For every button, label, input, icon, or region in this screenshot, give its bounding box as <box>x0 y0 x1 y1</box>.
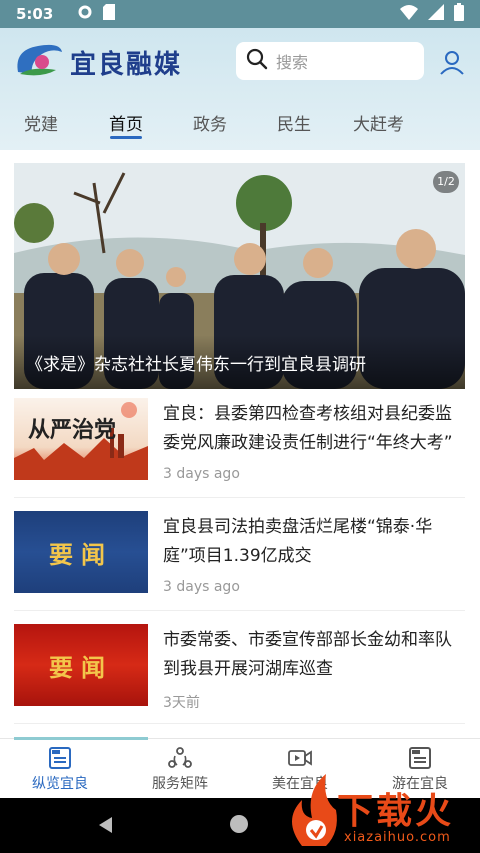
battery-icon <box>454 3 464 25</box>
category-tabs: 党建 首页 政务 民生 大赶考 <box>0 110 480 150</box>
news-thumb-text: 从严治党 <box>28 417 117 443</box>
gear-icon <box>77 4 93 24</box>
hero-page-counter: 1/2 <box>433 171 459 193</box>
news-thumbnail: 从严治党 <box>14 398 148 480</box>
news-title: 宜良：县委第四检查考核组对县纪委监委党风廉政建设责任制进行“年终大考” <box>163 404 453 453</box>
status-left: 5:03 <box>16 4 116 24</box>
news-time: 3 days ago <box>163 579 240 595</box>
watermark-text: 下载火 <box>337 791 455 832</box>
logo-emblem-icon <box>12 40 64 84</box>
news-title: 市委常委、市委宣传部部长金幼和率队到我县开展河湖库巡查 <box>163 630 452 679</box>
hero-caption: 《求是》杂志社社长夏伟东一行到宜良县调研 <box>26 355 366 375</box>
news-thumb-text: 要闻 <box>49 539 113 569</box>
news-thumbnail: 要闻 <box>14 511 148 593</box>
app-logo: 宜良融媒 <box>12 42 182 82</box>
tab-party[interactable]: 党建 <box>24 110 58 135</box>
news-time: 3 days ago <box>163 466 240 482</box>
tab-livelihood[interactable]: 民生 <box>277 110 311 135</box>
bottom-nav-services[interactable]: 服务矩阵 <box>120 739 240 798</box>
news-icon <box>409 747 431 769</box>
logo-title: 宜良融媒 <box>70 49 183 80</box>
hero-banner[interactable]: 《求是》杂志社社长夏伟东一行到宜良县调研 1/2 <box>14 163 465 389</box>
status-time: 5:03 <box>16 5 54 23</box>
news-title: 宜良县司法拍卖盘活烂尾楼“锦泰·华庭”项目1.39亿成交 <box>163 517 433 566</box>
service-icon <box>168 747 192 768</box>
news-list-item[interactable]: 要闻 宜良县司法拍卖盘活烂尾楼“锦泰·华庭”项目1.39亿成交 3 days a… <box>14 511 465 611</box>
watermark-url: xiazaihuo.com <box>344 830 451 845</box>
news-time: 3天前 <box>163 695 200 711</box>
status-right <box>400 3 464 25</box>
bottom-nav-indicator <box>14 737 148 740</box>
search-placeholder: 搜索 <box>276 53 309 72</box>
signal-icon <box>428 4 444 24</box>
news-thumbnail: 要闻 <box>14 624 148 706</box>
tab-government[interactable]: 政务 <box>193 110 227 135</box>
wifi-icon <box>400 4 418 24</box>
watermark: 下载火 xiazaihuo.com <box>282 770 480 853</box>
search-input[interactable]: 搜索 <box>236 42 424 80</box>
app-header: 宜良融媒 搜索 党建 首页 政务 民生 大赶考 <box>0 28 480 150</box>
news-icon <box>49 747 71 769</box>
user-profile-button[interactable] <box>438 48 466 76</box>
back-triangle-icon <box>99 817 112 833</box>
news-list-item[interactable]: 要闻 市委常委、市委宣传部部长金幼和率队到我县开展河湖库巡查 3天前 <box>14 624 465 724</box>
sd-card-icon <box>103 4 116 24</box>
news-thumb-text: 要闻 <box>49 652 113 682</box>
search-icon <box>246 48 268 74</box>
status-bar: 5:03 <box>0 0 480 28</box>
bottom-nav-label: 服务矩阵 <box>152 776 208 792</box>
tab-home[interactable]: 首页 <box>109 110 143 135</box>
back-button[interactable] <box>96 815 116 839</box>
bottom-nav-label: 纵览宜良 <box>32 776 88 792</box>
tab-exam[interactable]: 大赶考 <box>353 110 404 135</box>
video-icon <box>288 750 312 766</box>
user-icon <box>440 51 464 75</box>
news-list-item[interactable]: 从严治党 宜良：县委第四检查考核组对县纪委监委党风廉政建设责任制进行“年终大考”… <box>14 398 465 498</box>
bottom-nav-overview[interactable]: 纵览宜良 <box>0 739 120 798</box>
home-button[interactable] <box>230 815 248 833</box>
